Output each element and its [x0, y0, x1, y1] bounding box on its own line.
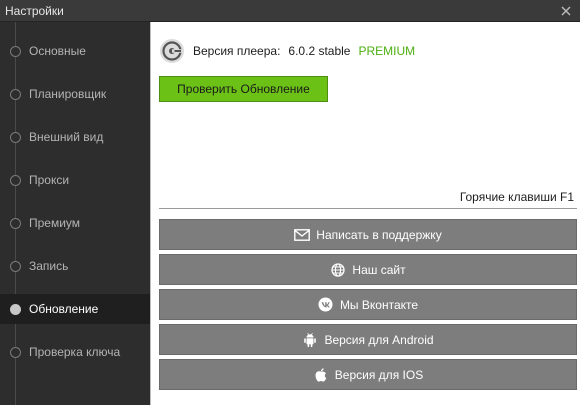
- version-number: 6.0.2 stable: [288, 44, 351, 58]
- sidebar-item-scheduler[interactable]: Планировщик: [0, 79, 150, 109]
- apple-icon: [313, 367, 329, 383]
- close-icon: [561, 6, 571, 15]
- version-row: Версия плеера: 6.0.2 stable PREMIUM: [159, 38, 415, 64]
- sidebar-item-update[interactable]: Обновление: [0, 294, 150, 324]
- window-title: Настройки: [5, 3, 64, 18]
- website-button[interactable]: Наш сайт: [159, 254, 577, 285]
- sidebar-bullet-active: [10, 303, 21, 315]
- sidebar-bullet: [10, 174, 21, 186]
- website-button-label: Наш сайт: [352, 262, 406, 277]
- sidebar-item-label: Планировщик: [29, 87, 107, 101]
- sidebar-item-label: Премиум: [29, 216, 81, 230]
- sidebar-item-basic[interactable]: Основные: [0, 36, 150, 66]
- settings-window: Настройки Основные Планировщик Внешний в…: [0, 0, 580, 405]
- close-button[interactable]: [558, 3, 574, 19]
- support-button[interactable]: Написать в поддержку: [159, 219, 577, 250]
- sidebar-item-label: Обновление: [29, 302, 99, 316]
- ios-button-label: Версия для IOS: [334, 367, 424, 382]
- edition-badge: PREMIUM: [358, 44, 416, 58]
- sidebar-item-label: Основные: [29, 44, 86, 58]
- sidebar-bullet: [10, 260, 21, 272]
- sidebar-item-key-check[interactable]: Проверка ключа: [0, 337, 150, 367]
- ios-button[interactable]: Версия для IOS: [159, 359, 577, 390]
- android-icon: [302, 332, 318, 348]
- sidebar-item-recording[interactable]: Запись: [0, 251, 150, 281]
- vk-icon: [318, 297, 334, 313]
- update-panel: Версия плеера: 6.0.2 stable PREMIUM Пров…: [150, 22, 580, 405]
- support-button-label: Написать в поддержку: [316, 227, 442, 242]
- globe-icon: [330, 262, 346, 278]
- version-label: Версия плеера:: [193, 44, 281, 58]
- section-divider: [159, 208, 577, 209]
- sidebar-bullet: [10, 45, 21, 57]
- sidebar-bullet: [10, 88, 21, 100]
- player-logo-icon: [160, 39, 184, 63]
- envelope-icon: [294, 227, 311, 243]
- sidebar-item-premium[interactable]: Премиум: [0, 208, 150, 238]
- sidebar-bullet: [10, 131, 21, 143]
- vk-button-label: Мы Вконтакте: [339, 297, 419, 312]
- sidebar-item-label: Проверка ключа: [29, 345, 121, 359]
- vk-button[interactable]: Мы Вконтакте: [159, 289, 577, 320]
- sidebar-item-label: Внешний вид: [29, 130, 104, 144]
- android-button[interactable]: Версия для Android: [159, 324, 577, 355]
- sidebar-bullet: [10, 346, 21, 358]
- sidebar-item-proxy[interactable]: Прокси: [0, 165, 150, 195]
- sidebar-item-label: Прокси: [29, 173, 70, 187]
- android-button-label: Версия для Android: [324, 332, 434, 347]
- check-update-button[interactable]: Проверить Обновление: [159, 76, 328, 102]
- title-bar: Настройки: [0, 0, 580, 22]
- settings-sidebar: Основные Планировщик Внешний вид Прокси …: [0, 22, 150, 405]
- hotkeys-label: Горячие клавиши F1: [459, 190, 574, 204]
- sidebar-item-appearance[interactable]: Внешний вид: [0, 122, 150, 152]
- sidebar-bullet: [10, 217, 21, 229]
- sidebar-item-label: Запись: [29, 259, 69, 273]
